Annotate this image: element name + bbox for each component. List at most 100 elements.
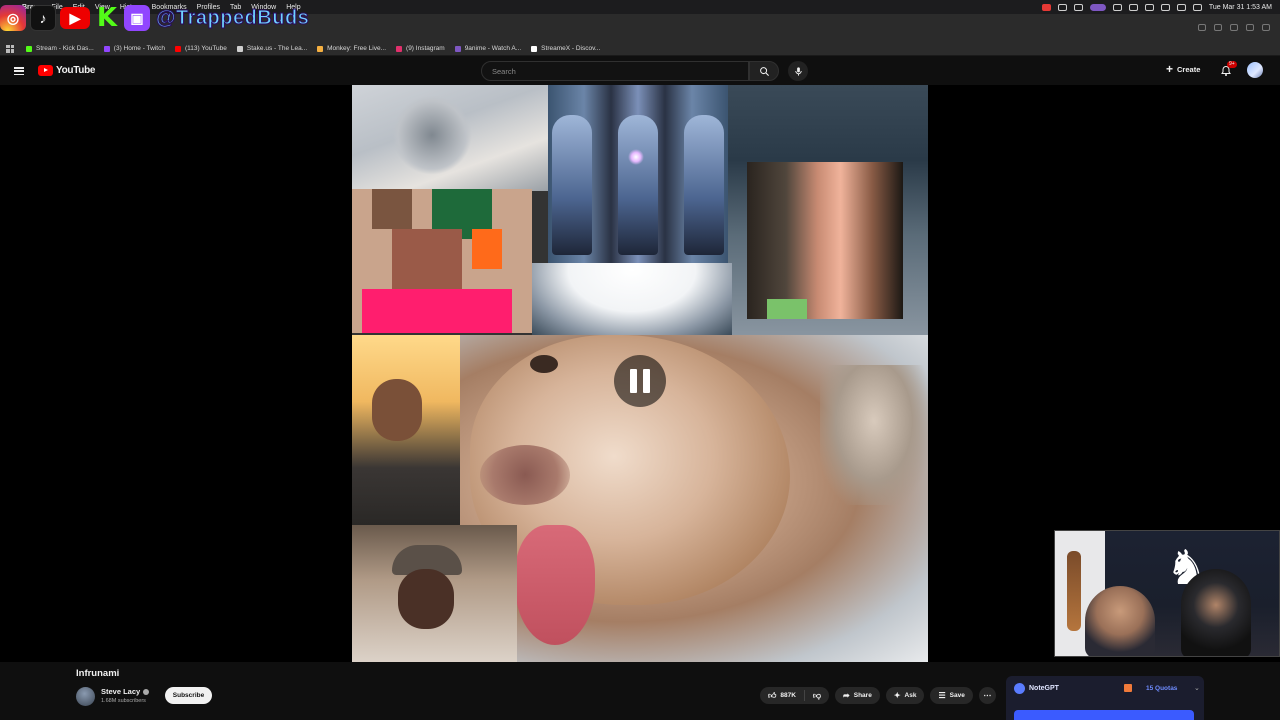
9anime-favicon-icon	[454, 45, 461, 52]
subscribe-button[interactable]: Subscribe	[165, 687, 212, 704]
browser-toolbar-icons	[1198, 24, 1270, 31]
plus-icon: +	[1166, 62, 1174, 76]
video-collage-tile	[352, 189, 532, 333]
video-actions: 👍︎ 887K 👎︎ ➦ Share ✦ Ask ☰ Save ⋯	[760, 687, 996, 704]
notegpt-logo-icon	[1014, 683, 1025, 694]
bookmark-item[interactable]: Stake.us - The Lea...	[236, 45, 307, 52]
share-button[interactable]: ➦ Share	[835, 687, 880, 704]
control-center-icon[interactable]	[1192, 3, 1202, 11]
video-collage-tile	[747, 162, 903, 319]
youtube-logo[interactable]: YouTube	[38, 65, 96, 76]
instagram-icon: ◎	[0, 5, 26, 31]
status-icon[interactable]	[1128, 3, 1138, 11]
notification-badge: 9+	[1227, 61, 1237, 68]
video-collage-tile	[352, 85, 548, 191]
pause-icon[interactable]	[614, 355, 666, 407]
monkey-favicon-icon	[317, 45, 324, 52]
streamer-image	[1181, 569, 1251, 656]
kick-icon: K	[96, 3, 118, 33]
menu-icon[interactable]	[1262, 24, 1270, 31]
account-avatar[interactable]	[1247, 62, 1263, 78]
extension-icon[interactable]	[1198, 24, 1206, 31]
dislike-button[interactable]: 👎︎	[805, 687, 829, 704]
channel-avatar[interactable]	[76, 687, 95, 706]
extension-icon[interactable]	[1246, 24, 1254, 31]
search-icon[interactable]	[1176, 3, 1186, 11]
twitch-favicon-icon	[103, 45, 110, 52]
sparkle-icon: ✦	[893, 691, 901, 700]
social-handle: @TrappedBuds	[155, 6, 310, 29]
active-app-status-icon[interactable]	[1089, 3, 1106, 11]
stake-favicon-icon	[236, 45, 243, 52]
bookmark-item[interactable]: (3) Home - Twitch	[103, 45, 165, 52]
recording-icon[interactable]	[1041, 3, 1051, 11]
thumbs-up-icon: 👍︎	[768, 690, 777, 700]
notegpt-quota[interactable]: 15 Quotas	[1146, 685, 1177, 692]
ask-button[interactable]: ✦ Ask	[885, 687, 925, 704]
voice-search-button[interactable]	[788, 61, 808, 81]
menubar-status-area: Tue Mar 31 1:53 AM	[1041, 0, 1272, 14]
notegpt-action-bar[interactable]	[1014, 710, 1194, 720]
youtube-favicon-icon	[174, 45, 181, 52]
instagram-favicon-icon	[396, 45, 403, 52]
youtube-logo-text: YouTube	[56, 65, 96, 76]
streamer-image	[1085, 586, 1155, 656]
microphone-icon	[794, 66, 802, 76]
kick-favicon-icon	[26, 45, 32, 52]
verified-icon	[143, 688, 150, 695]
bookmark-item[interactable]: (113) YouTube	[174, 45, 227, 52]
stream-social-overlay: ◎ ♪ ▶ K ▣ @TrappedBuds	[0, 2, 309, 34]
notegpt-name: NoteGPT	[1029, 685, 1059, 692]
search-icon	[759, 66, 769, 76]
video-collage-tile	[548, 85, 728, 263]
notegpt-panel[interactable]: NoteGPT 15 Quotas ⌄	[1006, 676, 1204, 720]
menubar-clock[interactable]: Tue Mar 31 1:53 AM	[1209, 4, 1272, 11]
video-collage-tile	[532, 263, 732, 335]
youtube-icon: ▶	[60, 7, 90, 29]
notifications-button[interactable]: 9+	[1220, 61, 1237, 76]
save-playlist-icon: ☰	[938, 691, 946, 700]
wifi-icon[interactable]	[1160, 3, 1170, 11]
subscriber-count: 1.68M subscribers	[101, 698, 146, 704]
video-collage-tile	[352, 525, 517, 662]
guide-menu-icon[interactable]	[14, 67, 24, 75]
guitar-image	[1067, 551, 1081, 631]
video-frame[interactable]	[352, 85, 928, 662]
video-collage-tile	[352, 335, 460, 525]
gift-icon[interactable]	[1124, 684, 1132, 692]
create-button[interactable]: + Create	[1166, 62, 1201, 76]
youtube-masthead: YouTube Search + Create 9+	[0, 56, 1280, 86]
like-count: 887K	[780, 692, 796, 699]
bookmarks-bar: Stream - Kick Das... (3) Home - Twitch (…	[0, 42, 1280, 56]
chevron-down-icon[interactable]: ⌄	[1194, 684, 1200, 692]
apps-grid-icon[interactable]	[6, 44, 14, 53]
thumbs-down-icon: 👎︎	[812, 690, 822, 700]
bookmark-item[interactable]: 9anime - Watch A...	[454, 45, 521, 52]
tiktok-icon: ♪	[30, 5, 56, 31]
status-icon[interactable]	[1073, 3, 1083, 11]
bookmark-item[interactable]: (9) Instagram	[396, 45, 445, 52]
save-button[interactable]: ☰ Save	[930, 687, 973, 704]
extension-icon[interactable]	[1230, 24, 1238, 31]
search-button[interactable]	[749, 61, 779, 81]
extension-icon[interactable]	[1214, 24, 1222, 31]
like-dislike-group: 👍︎ 887K 👎︎	[760, 687, 830, 704]
create-label: Create	[1177, 64, 1201, 74]
bookmark-item[interactable]: Monkey: Free Live...	[317, 45, 386, 52]
twitch-icon: ▣	[124, 5, 150, 31]
like-button[interactable]: 👍︎ 887K	[760, 687, 804, 704]
webcam-overlay: ♞	[1054, 530, 1280, 657]
status-icon[interactable]	[1057, 3, 1067, 11]
video-collage-tile	[460, 335, 928, 662]
video-title: Infrunami	[76, 668, 120, 679]
bookmark-item[interactable]: Stream - Kick Das...	[26, 45, 94, 52]
more-horizontal-icon: ⋯	[983, 691, 992, 700]
streamex-favicon-icon	[531, 45, 538, 52]
more-actions-button[interactable]: ⋯	[978, 687, 996, 704]
search-input[interactable]: Search	[481, 61, 749, 81]
battery-icon[interactable]	[1144, 3, 1154, 11]
youtube-play-icon	[38, 65, 53, 76]
channel-name[interactable]: Steve Lacy	[101, 687, 150, 696]
bookmark-item[interactable]: StreameX - Discov...	[531, 45, 600, 52]
status-icon[interactable]	[1112, 3, 1122, 11]
